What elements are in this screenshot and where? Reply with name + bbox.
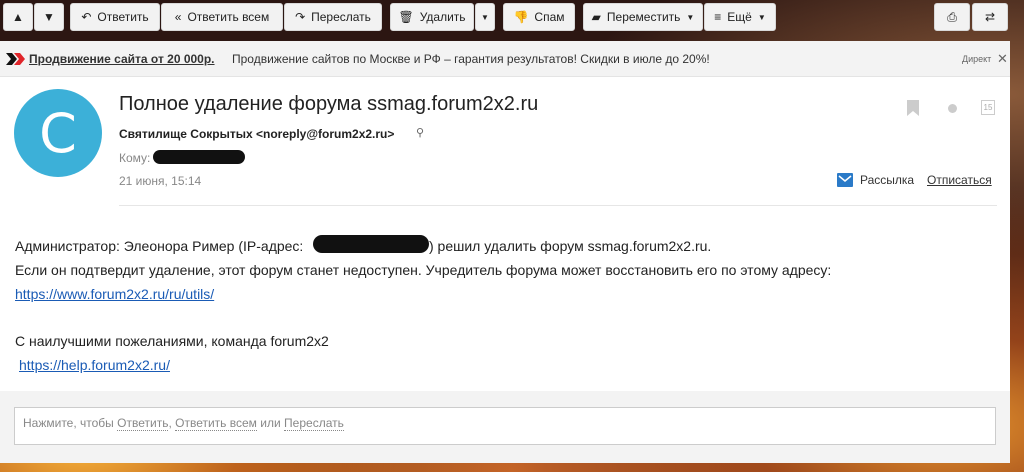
delete-button[interactable]: 🗑 Удалить — [390, 3, 474, 31]
thumbs-down-icon: 👎 — [513, 10, 529, 24]
quick-reply-link[interactable]: Ответить — [117, 416, 169, 431]
ad-direct-label[interactable]: Директ — [962, 54, 991, 64]
prev-message-button[interactable]: ▲ — [3, 3, 33, 31]
reply-comma: , — [168, 416, 172, 430]
menu-icon: ≡ — [714, 10, 722, 24]
calendar-day: 15 — [983, 103, 993, 112]
to-label: Кому: — [119, 151, 151, 165]
reply-button[interactable]: ↶ Ответить — [70, 3, 160, 31]
message-panel: Продвижение сайта от 20 000р. Продвижени… — [0, 41, 1010, 463]
forward-icon: ↷ — [295, 10, 306, 24]
reply-all-icon: « — [174, 10, 182, 24]
ad-title-link[interactable]: Продвижение сайта от 20 000р. — [29, 52, 215, 66]
calendar-icon[interactable]: 15 — [981, 100, 995, 115]
move-button[interactable]: ▰ Переместить ▼ — [583, 3, 703, 31]
body-line-1b-text: ) решил удалить форум ssmag.forum2x2.ru. — [429, 238, 712, 254]
reply-all-label: Ответить всем — [187, 10, 270, 24]
reply-prefix: Нажмите, чтобы — [23, 416, 114, 430]
more-label: Ещё — [727, 10, 752, 24]
quick-reply-all-link[interactable]: Ответить всем — [175, 416, 257, 431]
reply-label: Ответить — [97, 10, 149, 24]
arrow-up-icon: ▲ — [12, 10, 24, 24]
unread-dot-icon[interactable] — [948, 104, 957, 113]
message-subject: Полное удаление форума ssmag.forum2x2.ru — [119, 93, 539, 115]
mailing-label: Рассылка — [860, 173, 915, 187]
search-icon[interactable]: ⚲ — [416, 126, 424, 139]
body-line-1b: ) решил удалить форум ssmag.forum2x2.ru. — [429, 238, 711, 254]
trash-icon: 🗑 — [398, 10, 414, 24]
printer-icon: ⎙ — [947, 9, 957, 24]
forward-button[interactable]: ↷ Переслать — [284, 3, 382, 31]
spam-button[interactable]: 👎 Спам — [503, 3, 575, 31]
move-label: Переместить — [606, 10, 681, 24]
body-line-4: С наилучшими пожеланиями, команда forum2… — [15, 333, 329, 349]
delete-label: Удалить — [419, 10, 466, 24]
body-line-1a: Администратор: Элеонора Ример (IP-адрес: — [15, 238, 304, 254]
utils-link[interactable]: https://www.forum2x2.ru/ru/utils/ — [15, 286, 214, 302]
chevron-down-icon: ▼ — [686, 12, 695, 22]
more-button[interactable]: ≡ Ещё ▼ — [704, 3, 776, 31]
help-link[interactable]: https://help.forum2x2.ru/ — [19, 357, 170, 373]
chevron-down-icon: ▼ — [481, 12, 489, 22]
reply-or: или — [260, 416, 281, 430]
folder-icon: ▰ — [591, 10, 601, 24]
mailing-list-icon — [837, 173, 853, 187]
bookmark-icon[interactable] — [907, 100, 919, 116]
reply-icon: ↶ — [81, 10, 92, 24]
forward-label: Переслать — [311, 10, 371, 24]
print-button[interactable]: ⎙ — [934, 3, 970, 31]
close-icon[interactable]: ✕ — [997, 51, 1008, 67]
translate-button[interactable]: ⇄ — [972, 3, 1008, 31]
redacted-recipient — [153, 150, 245, 164]
body-line-2: Если он подтвердит удаление, этот форум … — [15, 262, 832, 278]
unsubscribe-link[interactable]: Отписаться — [927, 173, 992, 187]
quick-reply-input[interactable]: Нажмите, чтобы Ответить, Ответить всем и… — [14, 407, 996, 445]
swap-icon: ⇄ — [984, 10, 996, 24]
ad-text: Продвижение сайтов по Москве и РФ – гара… — [232, 52, 710, 66]
arrow-down-icon: ▼ — [43, 10, 55, 24]
message-sender[interactable]: Святилище Сокрытых <noreply@forum2x2.ru> — [119, 127, 394, 141]
next-message-button[interactable]: ▼ — [34, 3, 64, 31]
body-line-1: Администратор: Элеонора Ример (IP-адрес: — [15, 238, 303, 254]
toolbar: ▲ ▼ ↶ Ответить « Ответить всем ↷ Пересла… — [0, 0, 1024, 36]
quick-reply-area: Нажмите, чтобы Ответить, Ответить всем и… — [0, 391, 1010, 463]
redacted-ip — [313, 235, 429, 253]
header-divider — [119, 205, 997, 206]
spam-label: Спам — [534, 10, 565, 24]
delete-menu-button[interactable]: ▼ — [475, 3, 495, 31]
quick-forward-link[interactable]: Переслать — [284, 416, 344, 431]
avatar-letter: C — [39, 101, 77, 165]
direct-logo-icon — [6, 53, 25, 65]
message-date: 21 июня, 15:14 — [119, 174, 202, 188]
ad-banner: Продвижение сайта от 20 000р. Продвижени… — [0, 41, 1010, 77]
chevron-down-icon: ▼ — [757, 12, 766, 22]
reply-all-button[interactable]: « Ответить всем — [161, 3, 283, 31]
avatar: C — [14, 89, 102, 177]
